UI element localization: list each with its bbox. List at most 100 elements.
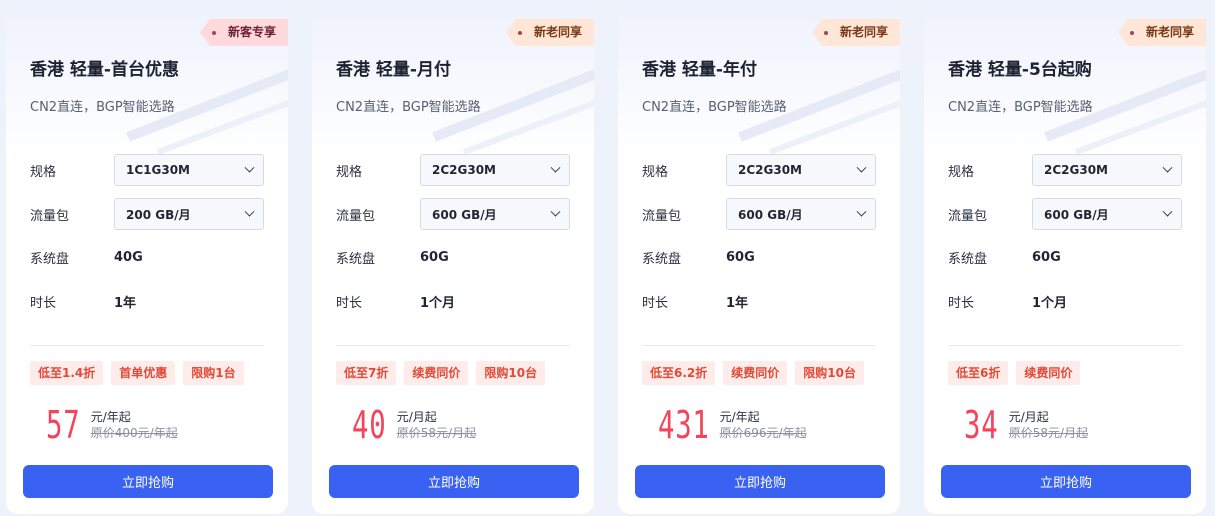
product-card: 新老同享 香港 轻量-年付 CN2直连，BGP智能选路 规格 2C2G30M 流… bbox=[618, 7, 900, 514]
product-subtitle: CN2直连，BGP智能选路 bbox=[948, 100, 1093, 115]
duration-row: 时长 1年 bbox=[30, 285, 136, 317]
promo-badge: 限购10台 bbox=[795, 361, 864, 385]
price-value: 57 bbox=[46, 403, 81, 447]
product-title: 香港 轻量-月付 bbox=[336, 60, 451, 80]
traffic-select-value: 600 GB/月 bbox=[432, 207, 497, 222]
disk-row: 系统盘 60G bbox=[948, 241, 1061, 273]
disk-row: 系统盘 40G bbox=[30, 241, 143, 273]
product-title: 香港 轻量-首台优惠 bbox=[30, 60, 179, 80]
duration-value: 1个月 bbox=[420, 295, 456, 311]
buy-now-button[interactable]: 立即抢购 bbox=[329, 465, 579, 498]
traffic-label: 流量包 bbox=[336, 208, 376, 224]
product-card: 新老同享 香港 轻量-5台起购 CN2直连，BGP智能选路 规格 2C2G30M… bbox=[924, 7, 1206, 514]
promo-badge: 首单优惠 bbox=[111, 361, 176, 385]
buy-now-button[interactable]: 立即抢购 bbox=[635, 465, 885, 498]
price-value: 40 bbox=[352, 403, 387, 447]
spec-select[interactable]: 1C1G30M bbox=[114, 154, 264, 186]
traffic-select[interactable]: 600 GB/月 bbox=[420, 198, 570, 230]
spec-select[interactable]: 2C2G30M bbox=[1032, 154, 1182, 186]
traffic-label: 流量包 bbox=[948, 208, 988, 224]
price-block: 34 元/月起 原价58元/月起 bbox=[964, 403, 1088, 447]
price-unit: 元/月起 bbox=[396, 410, 437, 424]
promo-badge: 续费同价 bbox=[404, 361, 469, 385]
spec-label: 规格 bbox=[336, 164, 363, 180]
traffic-select-value: 200 GB/月 bbox=[126, 207, 191, 222]
disk-row: 系统盘 60G bbox=[642, 241, 755, 273]
buy-now-button[interactable]: 立即抢购 bbox=[941, 465, 1191, 498]
divider bbox=[336, 345, 570, 346]
duration-label: 时长 bbox=[336, 295, 363, 311]
spec-select-value: 1C1G30M bbox=[126, 163, 190, 177]
spec-select-value: 2C2G30M bbox=[432, 163, 496, 177]
spec-row: 规格 2C2G30M bbox=[642, 154, 876, 186]
promo-badge: 低至1.4折 bbox=[30, 361, 104, 385]
promo-badges: 低至1.4折 首单优惠 限购1台 bbox=[30, 361, 244, 385]
disk-label: 系统盘 bbox=[336, 251, 376, 267]
chevron-down-icon bbox=[244, 162, 255, 173]
promo-badge: 限购10台 bbox=[476, 361, 546, 385]
offer-tag: 新客专享 bbox=[199, 19, 288, 46]
traffic-row: 流量包 200 GB/月 bbox=[30, 198, 264, 230]
spec-label: 规格 bbox=[642, 164, 669, 180]
price-block: 40 元/月起 原价58元/月起 bbox=[352, 403, 476, 447]
traffic-select[interactable]: 200 GB/月 bbox=[114, 198, 264, 230]
traffic-label: 流量包 bbox=[30, 208, 70, 224]
disk-value: 60G bbox=[420, 249, 449, 265]
traffic-row: 流量包 600 GB/月 bbox=[642, 198, 876, 230]
buy-now-button[interactable]: 立即抢购 bbox=[23, 465, 273, 498]
divider bbox=[948, 345, 1182, 346]
duration-label: 时长 bbox=[948, 295, 975, 311]
disk-value: 60G bbox=[726, 249, 755, 265]
promo-badge: 续费同价 bbox=[1016, 361, 1081, 385]
spec-label: 规格 bbox=[30, 164, 57, 180]
spec-row: 规格 1C1G30M bbox=[30, 154, 264, 186]
duration-label: 时长 bbox=[30, 295, 57, 311]
divider bbox=[642, 345, 876, 346]
disk-value: 60G bbox=[1032, 249, 1061, 265]
price-value: 34 bbox=[964, 403, 999, 447]
disk-label: 系统盘 bbox=[642, 251, 682, 267]
disk-label: 系统盘 bbox=[948, 251, 988, 267]
duration-row: 时长 1个月 bbox=[336, 285, 455, 317]
product-subtitle: CN2直连，BGP智能选路 bbox=[30, 100, 175, 115]
traffic-select[interactable]: 600 GB/月 bbox=[1032, 198, 1182, 230]
spec-select[interactable]: 2C2G30M bbox=[420, 154, 570, 186]
spec-select-value: 2C2G30M bbox=[1044, 163, 1108, 177]
promo-badges: 低至6折 续费同价 bbox=[948, 361, 1081, 385]
product-card: 新客专享 香港 轻量-首台优惠 CN2直连，BGP智能选路 规格 1C1G30M… bbox=[6, 7, 288, 514]
promo-badge: 限购1台 bbox=[183, 361, 244, 385]
spec-select-value: 2C2G30M bbox=[738, 163, 802, 177]
offer-tag: 新老同享 bbox=[811, 19, 900, 46]
chevron-down-icon bbox=[550, 162, 561, 173]
spec-row: 规格 2C2G30M bbox=[948, 154, 1182, 186]
product-card-list: 新客专享 香港 轻量-首台优惠 CN2直连，BGP智能选路 规格 1C1G30M… bbox=[6, 7, 1206, 514]
price-unit: 元/月起 bbox=[1008, 410, 1049, 424]
divider bbox=[30, 345, 264, 346]
duration-value: 1个月 bbox=[1032, 295, 1068, 311]
duration-row: 时长 1年 bbox=[642, 285, 748, 317]
disk-label: 系统盘 bbox=[30, 251, 70, 267]
spec-select[interactable]: 2C2G30M bbox=[726, 154, 876, 186]
price-block: 57 元/年起 原价400元/年起 bbox=[46, 403, 178, 447]
promo-badge: 低至6折 bbox=[948, 361, 1009, 385]
chevron-down-icon bbox=[856, 162, 867, 173]
original-price: 原价696元/年起 bbox=[719, 426, 807, 440]
promo-badges: 低至7折 续费同价 限购10台 bbox=[336, 361, 546, 385]
traffic-select-value: 600 GB/月 bbox=[1044, 207, 1109, 222]
duration-label: 时长 bbox=[642, 295, 669, 311]
disk-value: 40G bbox=[114, 249, 143, 265]
product-title: 香港 轻量-年付 bbox=[642, 60, 757, 80]
spec-row: 规格 2C2G30M bbox=[336, 154, 570, 186]
original-price: 原价58元/月起 bbox=[1008, 426, 1089, 440]
product-subtitle: CN2直连，BGP智能选路 bbox=[336, 100, 481, 115]
traffic-row: 流量包 600 GB/月 bbox=[948, 198, 1182, 230]
promo-badge: 低至7折 bbox=[336, 361, 397, 385]
promo-badge: 续费同价 bbox=[723, 361, 788, 385]
traffic-label: 流量包 bbox=[642, 208, 682, 224]
product-title: 香港 轻量-5台起购 bbox=[948, 60, 1092, 80]
original-price: 原价400元/年起 bbox=[90, 426, 178, 440]
price-unit: 元/年起 bbox=[90, 410, 131, 424]
traffic-select[interactable]: 600 GB/月 bbox=[726, 198, 876, 230]
spec-label: 规格 bbox=[948, 164, 975, 180]
price-block: 431 元/年起 原价696元/年起 bbox=[658, 403, 807, 447]
